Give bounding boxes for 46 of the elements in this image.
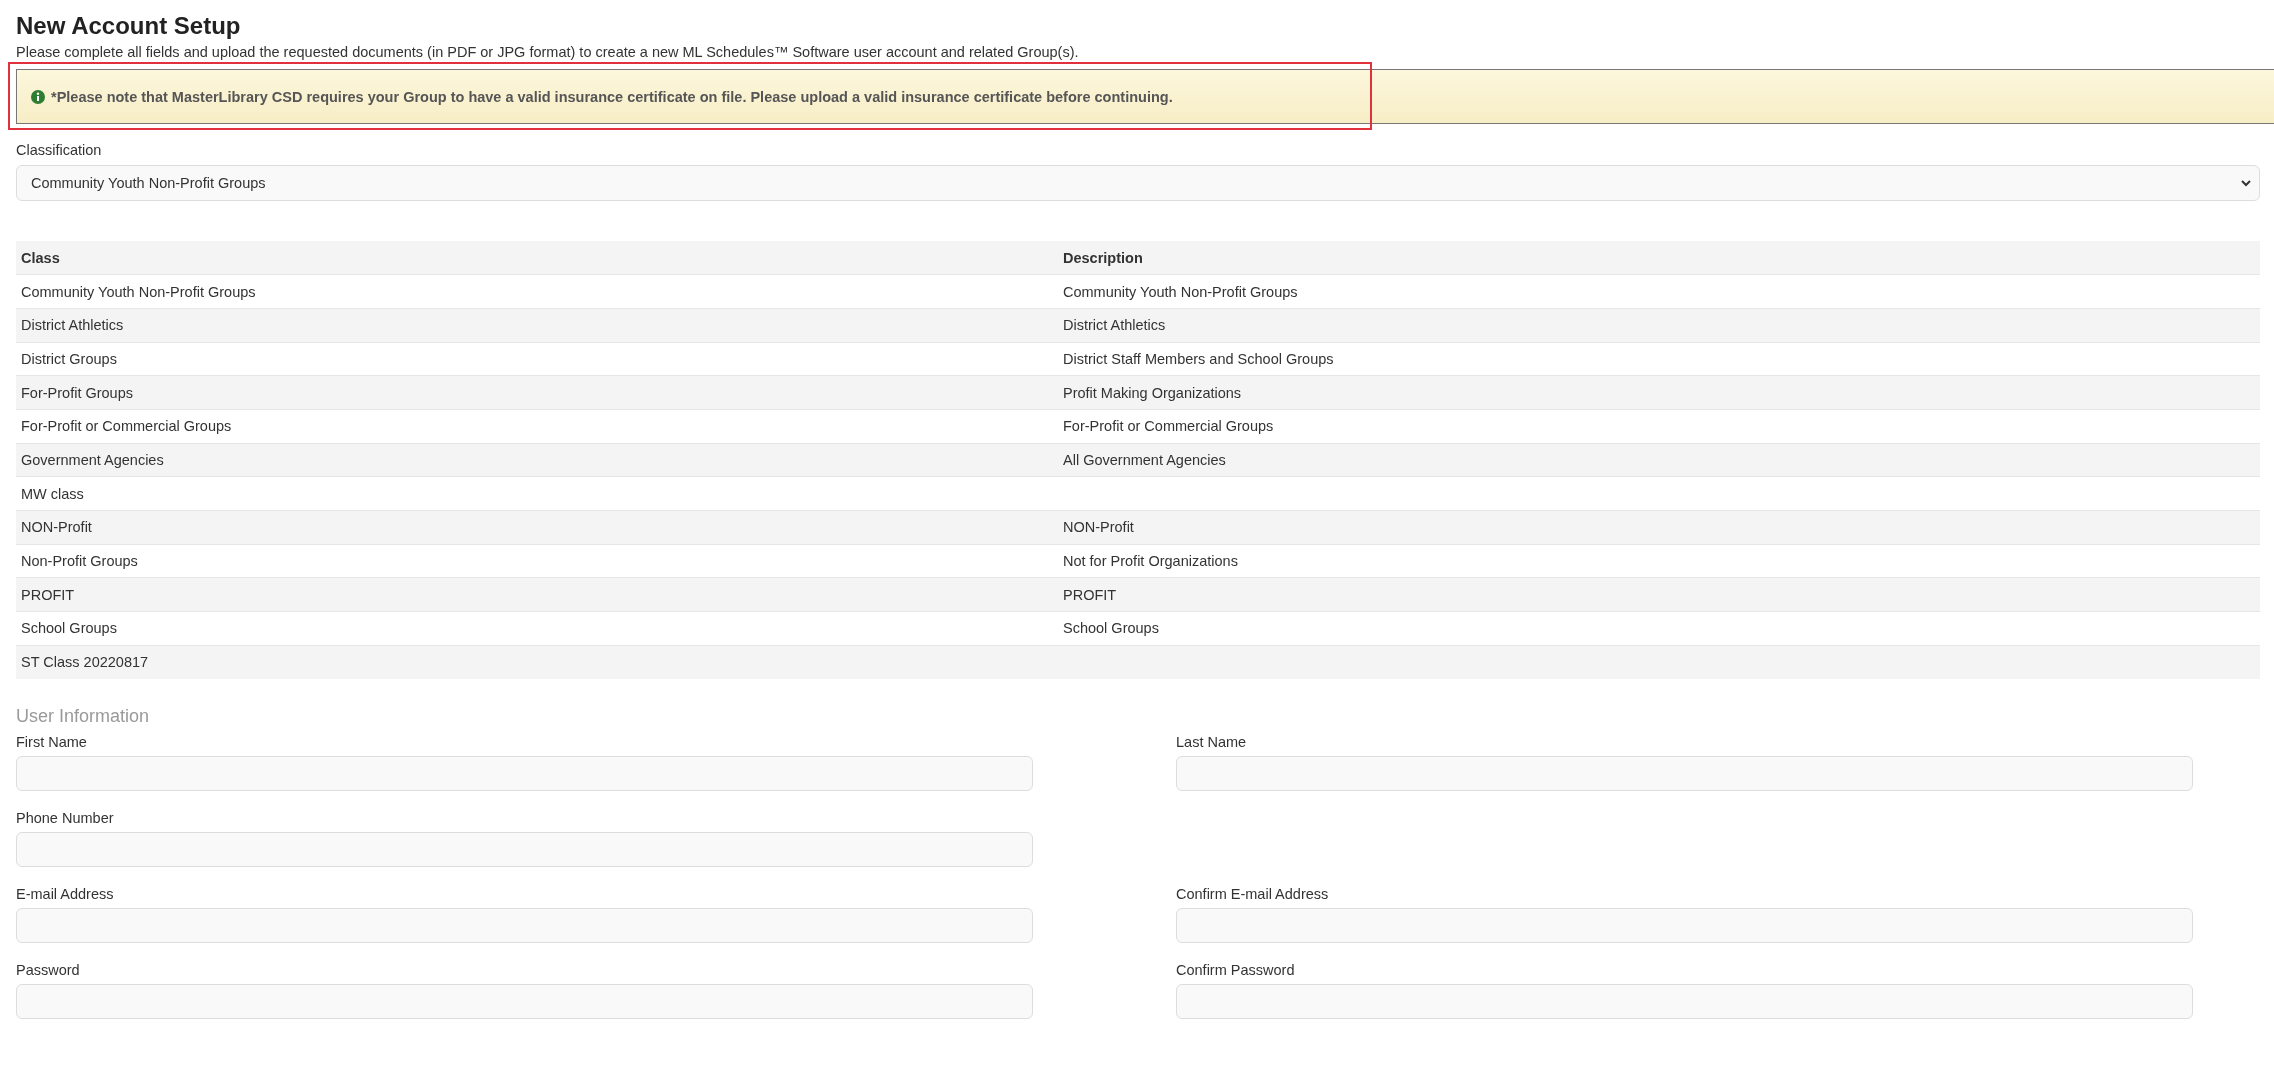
table-cell: Not for Profit Organizations xyxy=(1058,544,2260,578)
table-cell: For-Profit or Commercial Groups xyxy=(16,409,1058,444)
column-header: Description xyxy=(1058,241,2260,275)
table-cell: PROFIT xyxy=(16,577,1058,612)
table-cell: Government Agencies xyxy=(16,443,1058,477)
table-cell: NON-Profit xyxy=(1058,510,2260,545)
table-cell: District Athletics xyxy=(16,308,1058,343)
chevron-down-icon xyxy=(2241,179,2251,187)
table-cell: All Government Agencies xyxy=(1058,443,2260,477)
table-cell: NON-Profit xyxy=(16,510,1058,545)
column-header: Class xyxy=(16,241,1058,275)
field-label: First Name xyxy=(16,732,88,752)
classification-dropdown[interactable]: Community Youth Non-Profit Groups xyxy=(16,165,2260,201)
page-title: New Account Setup xyxy=(16,11,242,41)
section-heading: User Information xyxy=(16,704,151,728)
table-cell: District Athletics xyxy=(1058,308,2260,343)
table-cell: PROFIT xyxy=(1058,577,2260,612)
table-cell: District Groups xyxy=(16,342,1058,376)
field-label: E-mail Address xyxy=(16,884,115,904)
table-cell: School Groups xyxy=(1058,611,2260,646)
field-label: Last Name xyxy=(1176,732,1248,752)
input-field[interactable] xyxy=(16,983,1033,1019)
input-field[interactable] xyxy=(1176,755,2193,791)
input-field[interactable] xyxy=(1176,907,2193,943)
notice-text: *Please note that MasterLibrary CSD requires your Group to have a valid insurance certificate on file. Please upload a valid insurance certificate before continuing. xyxy=(51,88,1173,105)
table-cell: Profit Making Organizations xyxy=(1058,375,2260,410)
table-cell: For-Profit or Commercial Groups xyxy=(1058,409,2260,444)
field-label: Classification xyxy=(16,141,103,160)
table-cell: Non-Profit Groups xyxy=(16,544,1058,578)
field-label: Phone Number xyxy=(16,808,115,828)
table-cell: District Staff Members and School Groups xyxy=(1058,342,2260,376)
input-field[interactable] xyxy=(16,907,1033,943)
info-icon xyxy=(31,89,45,104)
table-cell: ST Class 20220817 xyxy=(16,645,1058,679)
page-instructions: Please complete all fields and upload the requested documents (in PDF or JPG format) to create a new ML Schedules™ Software user account and related Group(s). xyxy=(16,43,1080,62)
table-cell: MW class xyxy=(16,476,1058,511)
field-label: Confirm E-mail Address xyxy=(1176,884,1330,904)
input-field[interactable] xyxy=(1176,983,2193,1019)
input-field[interactable] xyxy=(16,831,1033,867)
table-cell: Community Youth Non-Profit Groups xyxy=(1058,274,2260,309)
table-cell: School Groups xyxy=(16,611,1058,646)
field-label: Password xyxy=(16,960,81,980)
field-label: Confirm Password xyxy=(1176,960,1296,980)
table-cell: For-Profit Groups xyxy=(16,375,1058,410)
table-cell: Community Youth Non-Profit Groups xyxy=(16,274,1058,309)
input-field[interactable] xyxy=(16,755,1033,791)
